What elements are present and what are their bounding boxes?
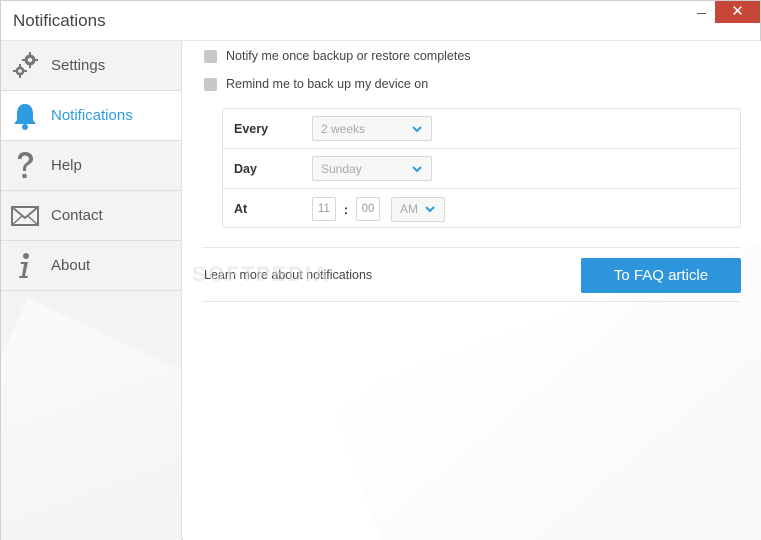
- chevron-down-icon: [412, 165, 422, 172]
- remind-backup-label: Remind me to back up my device on: [226, 77, 429, 91]
- day-label: Day: [234, 161, 257, 176]
- sidebar-item-contact[interactable]: Contact: [1, 191, 181, 241]
- sidebar-item-label: Settings: [51, 57, 106, 74]
- sidebar-item-notifications[interactable]: Notifications: [1, 91, 181, 141]
- sidebar-item-help[interactable]: Help: [1, 141, 181, 191]
- notifications-panel: Notify me once backup or restore complet…: [183, 41, 761, 540]
- day-row: Day Sunday: [223, 149, 740, 189]
- sidebar-item-label: Help: [51, 157, 82, 174]
- info-icon: [1, 251, 49, 281]
- hour-input[interactable]: 11: [312, 197, 336, 221]
- sidebar-item-label: Notifications: [51, 107, 133, 124]
- faq-article-button[interactable]: To FAQ article: [581, 258, 741, 293]
- minute-input[interactable]: 00: [356, 197, 380, 221]
- notify-backup-checkbox[interactable]: [204, 49, 217, 63]
- notify-backup-row[interactable]: Notify me once backup or restore complet…: [204, 49, 471, 63]
- gears-icon: [1, 51, 49, 81]
- title-bar: Notifications ✕: [1, 1, 760, 41]
- chevron-down-icon: [425, 206, 435, 213]
- divider: [202, 247, 741, 248]
- close-button[interactable]: ✕: [715, 1, 760, 23]
- remind-backup-checkbox[interactable]: [204, 77, 217, 91]
- every-select[interactable]: 2 weeks: [312, 116, 432, 141]
- sidebar-item-settings[interactable]: Settings: [1, 41, 181, 91]
- every-label: Every: [234, 121, 269, 136]
- day-select[interactable]: Sunday: [312, 156, 432, 181]
- chevron-down-icon: [412, 125, 422, 132]
- ampm-select[interactable]: AM: [391, 196, 445, 222]
- bell-icon: [1, 101, 49, 131]
- window-title: Notifications: [13, 11, 106, 30]
- app-window: Notifications ✕ Settings Notifications H…: [0, 0, 761, 540]
- sidebar-item-label: Contact: [51, 207, 103, 224]
- envelope-icon: [1, 205, 49, 227]
- watermark: SOFTPEDIA: [192, 263, 331, 286]
- at-row: At 11 : 00 AM: [223, 189, 740, 229]
- every-row: Every 2 weeks: [223, 109, 740, 149]
- question-mark-icon: [1, 150, 49, 182]
- sidebar-item-about[interactable]: About: [1, 241, 181, 291]
- remind-backup-row[interactable]: Remind me to back up my device on: [204, 77, 428, 91]
- divider: [202, 301, 741, 302]
- notify-backup-label: Notify me once backup or restore complet…: [226, 49, 471, 63]
- at-label: At: [234, 202, 248, 216]
- minimize-button[interactable]: [692, 3, 712, 19]
- day-value: Sunday: [321, 161, 362, 176]
- every-value: 2 weeks: [321, 121, 366, 136]
- schedule-box: Every 2 weeks Day Sunday At 11 : 00 AM: [222, 108, 741, 228]
- sidebar: Settings Notifications Help Contact Abou…: [1, 41, 182, 540]
- sidebar-item-label: About: [51, 257, 91, 274]
- ampm-value: AM: [400, 202, 418, 216]
- time-separator: :: [343, 201, 349, 217]
